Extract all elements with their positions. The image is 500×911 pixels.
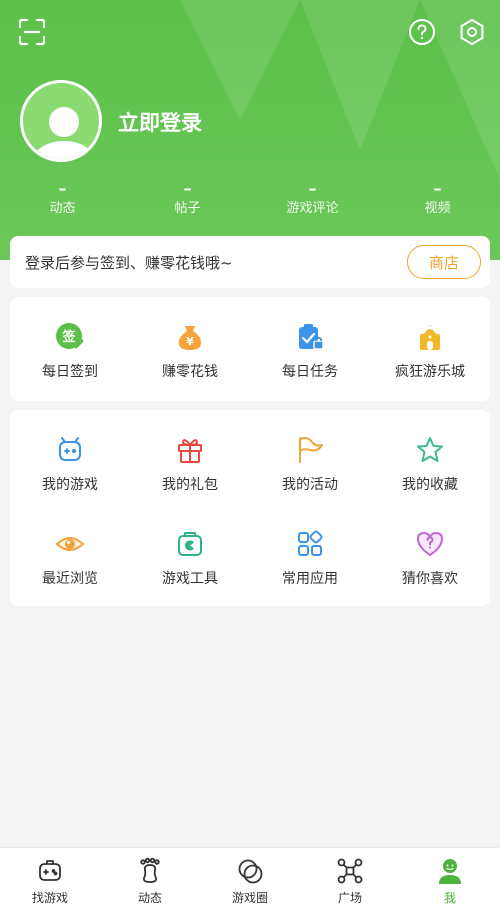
scan-icon[interactable] [14, 14, 50, 50]
item-label: 游戏工具 [162, 571, 218, 587]
nav-find-games[interactable]: 找游戏 [0, 848, 100, 911]
stat-value: – [433, 179, 442, 198]
eye-icon [54, 528, 86, 560]
controller-icon [35, 856, 65, 886]
footprint-icon [135, 856, 165, 886]
stat-label: 帖子 [174, 201, 201, 216]
my-gifts-item[interactable]: 我的礼包 [130, 434, 250, 494]
earn-money-item[interactable]: ¥ 赚零花钱 [130, 321, 250, 381]
recent-views-item[interactable]: 最近浏览 [10, 528, 130, 588]
nav-label: 我 [443, 891, 456, 905]
my-games-item[interactable]: 我的游戏 [10, 434, 130, 494]
svg-text:¥: ¥ [186, 335, 194, 348]
gift-icon [174, 434, 206, 466]
daily-task-item[interactable]: 每日任务 [250, 321, 370, 381]
circles-icon [235, 856, 265, 886]
stat-label: 视频 [424, 201, 451, 216]
banner-text: 登录后参与签到、赚零花钱哦~ [25, 253, 233, 272]
item-label: 我的活动 [282, 477, 338, 493]
flag-icon [294, 434, 326, 466]
nav-me[interactable]: 我 [400, 848, 500, 911]
stat-posts[interactable]: – 帖子 [125, 178, 250, 228]
profile-stats: – 动态 – 帖子 – 游戏评论 – 视频 [0, 178, 500, 228]
sign-in-icon: 签 [54, 321, 86, 353]
castle-icon [414, 321, 446, 353]
avatar[interactable] [20, 80, 102, 162]
my-favorites-item[interactable]: 我的收藏 [370, 434, 490, 494]
nav-label: 动态 [137, 891, 162, 905]
nav-square[interactable]: 广场 [300, 848, 400, 911]
help-icon[interactable] [404, 14, 440, 50]
stat-videos[interactable]: – 视频 [375, 178, 500, 228]
money-bag-icon: ¥ [174, 321, 206, 353]
network-icon [335, 856, 365, 886]
stat-label: 动态 [49, 201, 76, 216]
nav-dynamics[interactable]: 动态 [100, 848, 200, 911]
svg-text:签: 签 [61, 329, 76, 345]
item-label: 每日签到 [42, 364, 98, 380]
my-events-item[interactable]: 我的活动 [250, 434, 370, 494]
task-icon [294, 321, 326, 353]
stat-value: – [58, 179, 67, 198]
settings-icon[interactable] [454, 14, 490, 50]
profile-header: 立即登录 – 动态 – 帖子 – 游戏评论 – 视频 [0, 0, 500, 260]
daily-sign-in-item[interactable]: 签 每日签到 [10, 321, 130, 381]
item-label: 赚零花钱 [162, 364, 218, 380]
item-label: 猜你喜欢 [402, 571, 458, 587]
item-label: 疯狂游乐城 [395, 364, 465, 380]
toolbox-icon [174, 528, 206, 560]
game-tools-item[interactable]: 游戏工具 [130, 528, 250, 588]
item-label: 我的游戏 [42, 477, 98, 493]
nav-label: 找游戏 [31, 891, 68, 905]
nav-label: 游戏圈 [231, 891, 268, 905]
heart-question-icon [414, 528, 446, 560]
item-label: 我的收藏 [402, 477, 458, 493]
item-label: 常用应用 [282, 571, 338, 587]
star-icon [414, 434, 446, 466]
daily-card: 签 每日签到 ¥ 赚零花钱 每日任务 疯狂游乐城 [10, 297, 490, 401]
apps-icon [294, 528, 326, 560]
sign-in-banner[interactable]: 登录后参与签到、赚零花钱哦~ 商店 [10, 236, 490, 288]
shop-button[interactable]: 商店 [407, 245, 481, 279]
item-label: 每日任务 [282, 364, 338, 380]
stat-value: – [183, 179, 192, 198]
item-label: 我的礼包 [162, 477, 218, 493]
nav-game-circle[interactable]: 游戏圈 [200, 848, 300, 911]
stat-label: 游戏评论 [286, 201, 339, 216]
nav-label: 广场 [337, 891, 362, 905]
guess-you-like-item[interactable]: 猜你喜欢 [370, 528, 490, 588]
stat-game-reviews[interactable]: – 游戏评论 [250, 178, 375, 228]
crazy-playground-item[interactable]: 疯狂游乐城 [370, 321, 490, 381]
features-card: 我的游戏 我的礼包 我的活动 我的收藏 最近浏览 游戏工具 常用应用 猜你喜欢 [10, 410, 490, 606]
profile-icon [435, 856, 465, 886]
bottom-nav: 找游戏 动态 游戏圈 广场 我 [0, 847, 500, 911]
gamepad-icon [54, 434, 86, 466]
common-apps-item[interactable]: 常用应用 [250, 528, 370, 588]
stat-dynamics[interactable]: – 动态 [0, 178, 125, 228]
login-title[interactable]: 立即登录 [118, 107, 202, 137]
item-label: 最近浏览 [42, 571, 98, 587]
stat-value: – [308, 179, 317, 198]
